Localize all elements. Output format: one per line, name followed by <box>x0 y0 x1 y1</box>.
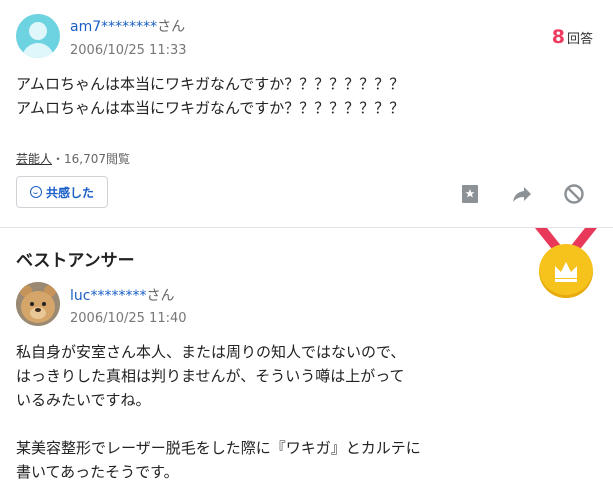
empathy-button-label: 共感した <box>45 185 94 200</box>
answerer-avatar[interactable] <box>16 282 60 326</box>
questioner-name-line: am7********さん <box>70 16 185 36</box>
crown-medal-icon <box>539 244 593 298</box>
answerer-name-suffix: さん <box>146 288 175 304</box>
best-answer-body: 私自身が安室さん本人、または周りの知人ではないので、 はっきりした真相は判りませ… <box>16 343 421 481</box>
avatar-head-shape <box>29 22 47 40</box>
empathy-button[interactable]: 共感した <box>16 176 108 208</box>
answer-count-number: 8 <box>551 26 565 48</box>
answer-count[interactable]: 8 回答 <box>552 26 593 48</box>
answer-date: 2006/10/25 11:40 <box>70 311 187 326</box>
questioner-name-link[interactable]: am7******** <box>70 19 157 35</box>
block-icon[interactable] <box>562 182 586 206</box>
category-and-views: 芸能人・16,707閲覧 <box>16 150 130 167</box>
avatar-body-shape <box>22 43 54 58</box>
category-link[interactable]: 芸能人 <box>16 152 52 166</box>
questioner-avatar[interactable] <box>16 14 60 58</box>
smile-icon <box>29 186 42 198</box>
answerer-name-link[interactable]: luc******** <box>70 288 146 304</box>
answer-count-label: 回答 <box>566 32 593 47</box>
answerer-name-line: luc********さん <box>70 285 174 305</box>
view-count: ・16,707閲覧 <box>52 152 131 166</box>
questioner-name-suffix: さん <box>157 19 186 35</box>
question-body: アムロちゃんは本当にワキガなんですか？？？？？？？？ アムロちゃんは本当にワキガ… <box>16 75 405 117</box>
bookmark-icon[interactable] <box>458 182 482 206</box>
question-date: 2006/10/25 11:33 <box>70 43 187 58</box>
crown-icon <box>555 262 577 282</box>
section-divider <box>0 227 613 228</box>
share-arrow-icon[interactable] <box>510 182 534 206</box>
bear-avatar-icon <box>16 282 60 326</box>
best-answer-title: ベストアンサー <box>16 251 135 271</box>
